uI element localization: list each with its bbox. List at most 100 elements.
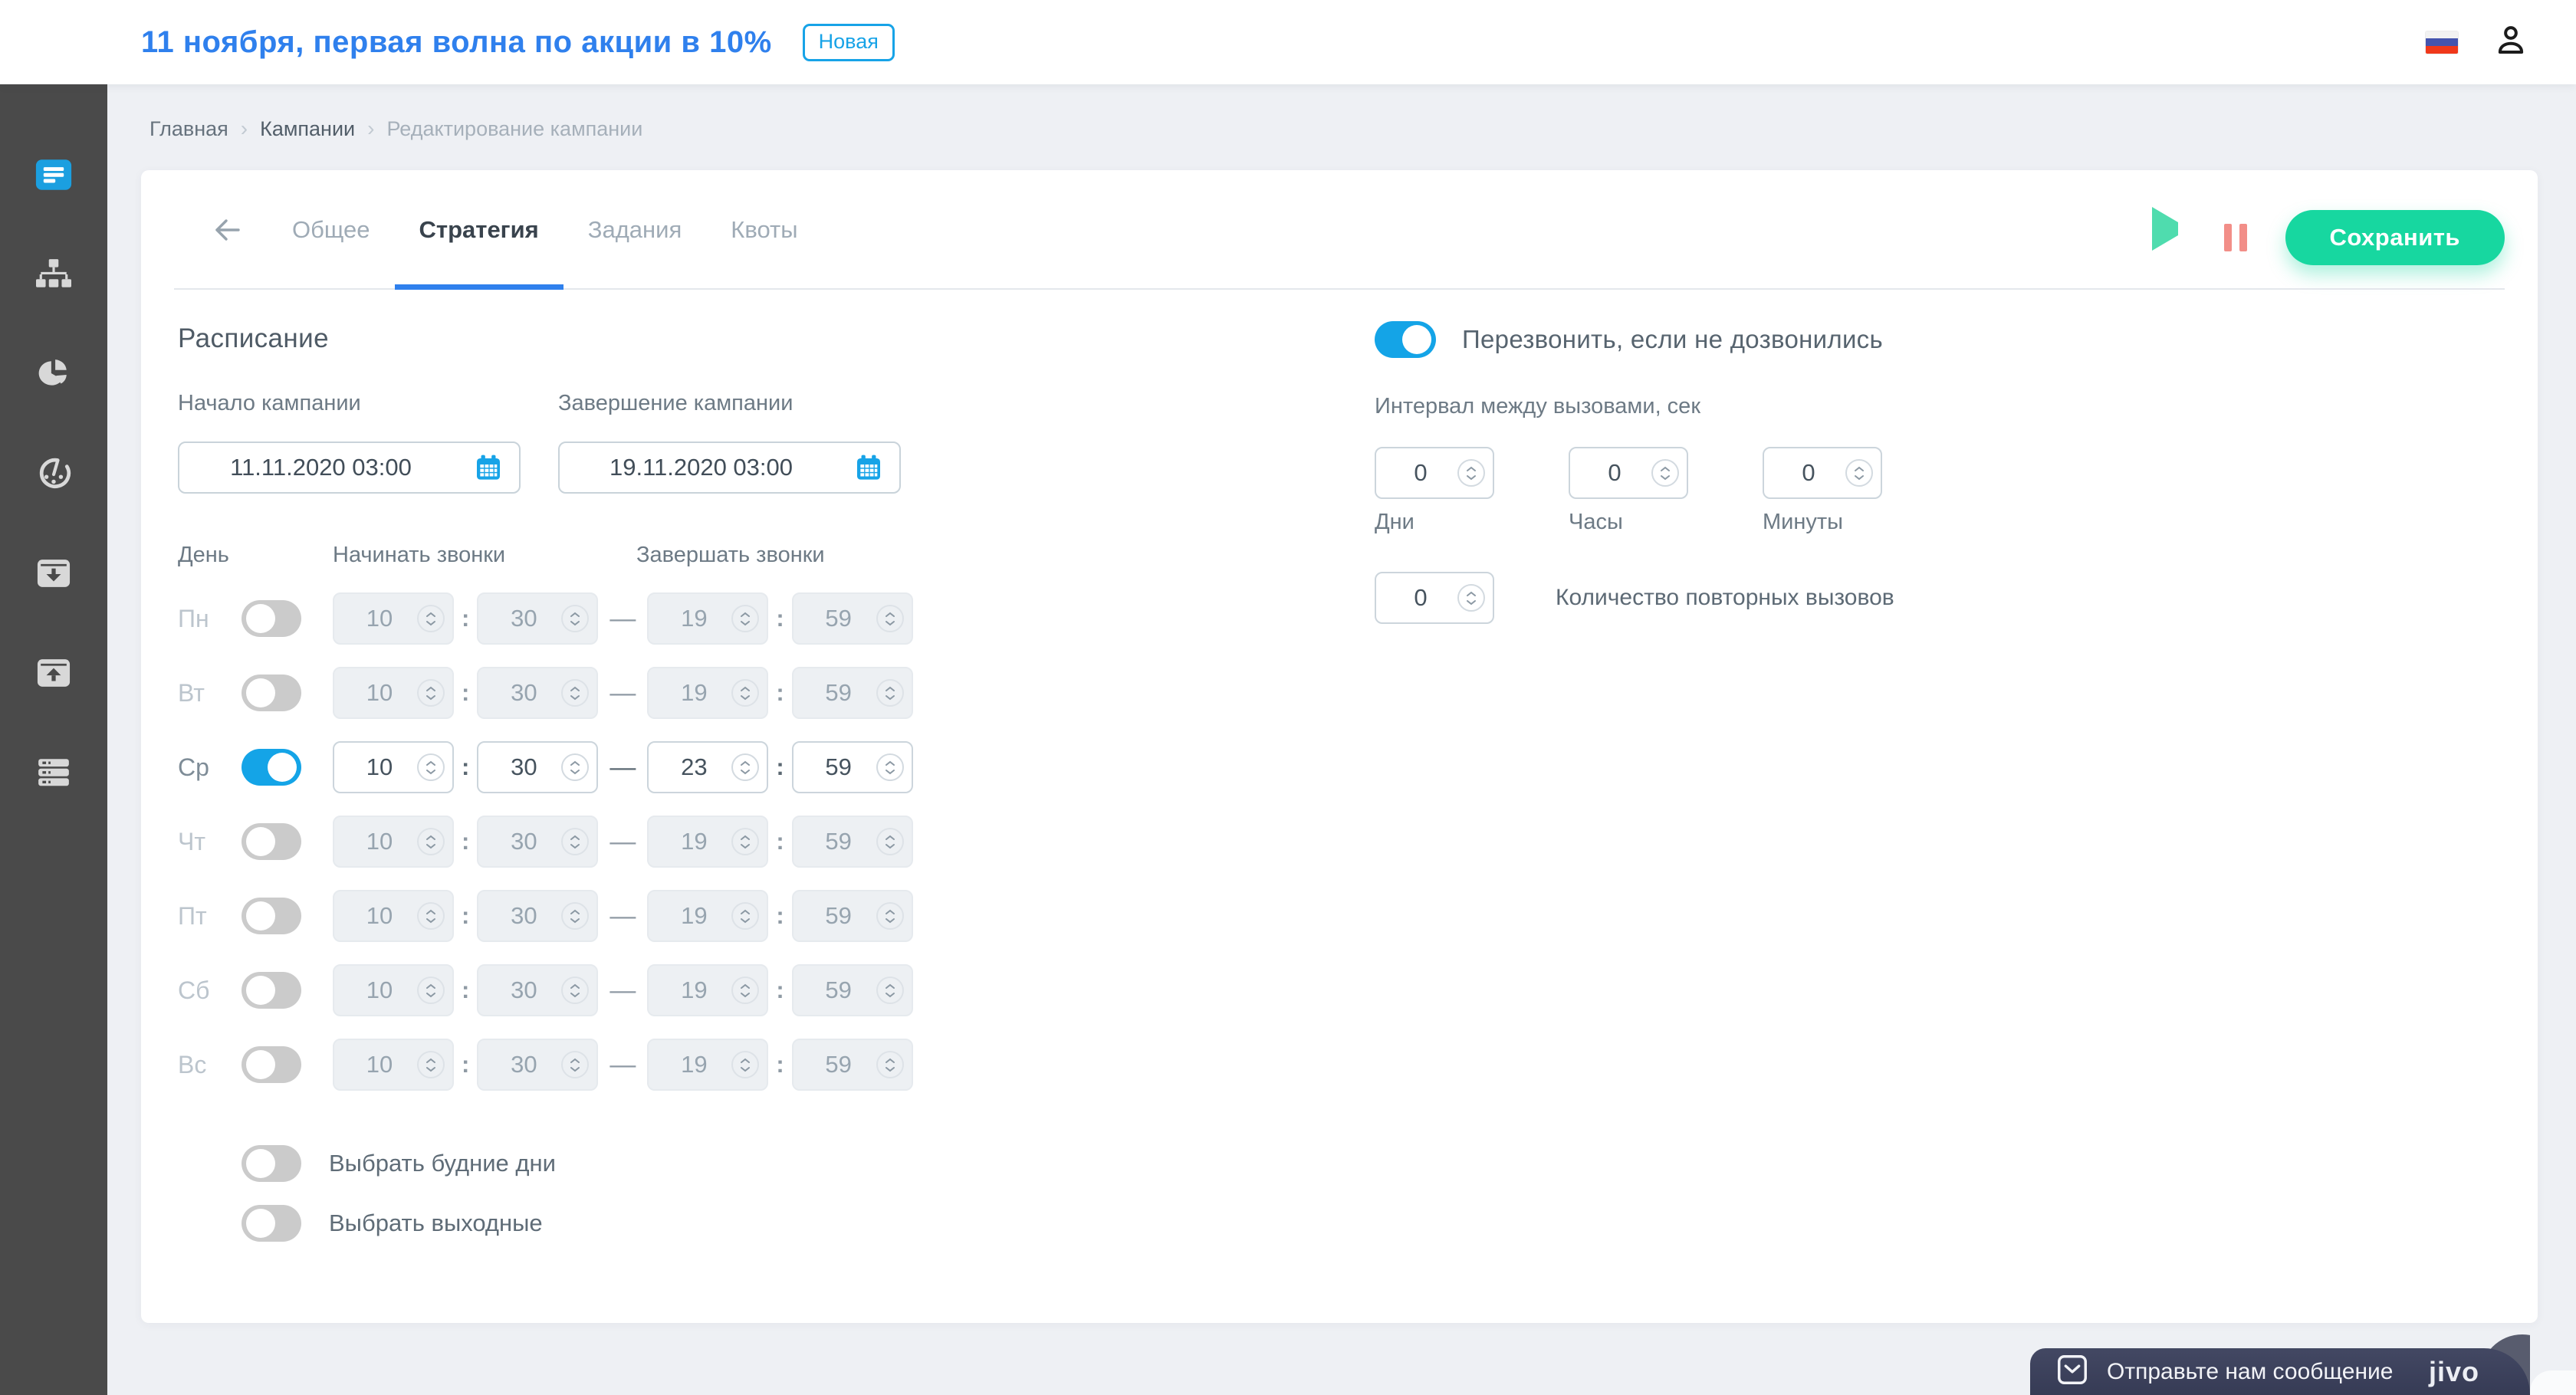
sidebar bbox=[0, 84, 107, 1395]
stepper-icon[interactable] bbox=[561, 679, 590, 707]
stepper-icon[interactable] bbox=[561, 753, 590, 781]
chevron-right-icon: › bbox=[240, 117, 248, 140]
back-arrow-icon[interactable] bbox=[211, 215, 245, 245]
tab-2[interactable]: Стратегия bbox=[394, 170, 564, 290]
stepper-icon[interactable] bbox=[876, 902, 904, 930]
servers-icon bbox=[36, 757, 71, 793]
time-separator: : bbox=[776, 753, 784, 780]
weekdays-toggle[interactable] bbox=[242, 1145, 301, 1182]
pause-button[interactable] bbox=[2223, 224, 2247, 251]
status-badge: Новая bbox=[802, 23, 895, 61]
day-toggle[interactable] bbox=[242, 600, 301, 637]
tab-4[interactable]: Квоты bbox=[706, 170, 822, 290]
day-toggle[interactable] bbox=[242, 1046, 301, 1083]
tab-1[interactable]: Общее bbox=[268, 170, 395, 290]
time-separator: : bbox=[462, 1051, 470, 1078]
stepper-icon[interactable] bbox=[417, 977, 445, 1004]
inbox-in-icon bbox=[35, 558, 72, 592]
day-label: Пт bbox=[178, 901, 207, 930]
time-separator: : bbox=[462, 977, 470, 1003]
breadcrumb-current: Редактирование кампании bbox=[386, 117, 643, 140]
schedule-day-row: Ср : — bbox=[178, 741, 1375, 793]
language-flag-ru[interactable] bbox=[2426, 31, 2458, 54]
sidebar-item-import[interactable] bbox=[0, 525, 107, 625]
weekend-toggle[interactable] bbox=[242, 1205, 301, 1242]
stepper-icon[interactable] bbox=[731, 1051, 760, 1078]
interval-label: Интервал между вызовами, сек bbox=[1375, 394, 1701, 419]
sidebar-item-campaigns[interactable] bbox=[0, 126, 107, 226]
stepper-icon[interactable] bbox=[876, 828, 904, 855]
stepper-icon[interactable] bbox=[876, 679, 904, 707]
day-toggle[interactable] bbox=[242, 823, 301, 860]
day-toggle[interactable] bbox=[242, 675, 301, 711]
range-separator: — bbox=[610, 752, 636, 782]
day-label: Вт bbox=[178, 678, 205, 707]
time-separator: : bbox=[776, 902, 784, 929]
breadcrumb: Главная › Кампании › Редактирование камп… bbox=[150, 117, 2538, 141]
repeat-calls-label: Количество повторных вызовов bbox=[1556, 585, 1894, 610]
stepper-icon[interactable] bbox=[876, 1051, 904, 1078]
sidebar-item-reports[interactable] bbox=[0, 326, 107, 425]
day-toggle[interactable] bbox=[242, 898, 301, 934]
day-toggle[interactable] bbox=[242, 749, 301, 786]
stepper-icon[interactable] bbox=[417, 605, 445, 632]
stepper-icon[interactable] bbox=[1651, 459, 1679, 487]
weekdays-toggle-label: Выбрать будние дни bbox=[329, 1150, 556, 1177]
stepper-icon[interactable] bbox=[561, 977, 590, 1004]
stepper-icon[interactable] bbox=[1457, 459, 1485, 487]
range-separator: — bbox=[610, 901, 636, 931]
range-separator: — bbox=[610, 826, 636, 856]
range-separator: — bbox=[610, 603, 636, 633]
breadcrumb-campaigns[interactable]: Кампании bbox=[260, 117, 355, 141]
calendar-icon[interactable] bbox=[853, 452, 884, 483]
stepper-icon[interactable] bbox=[417, 902, 445, 930]
tab-3[interactable]: Задания bbox=[564, 170, 707, 290]
app-header: 11 ноября, первая волна по акции в 10% Н… bbox=[0, 0, 2576, 84]
stepper-icon[interactable] bbox=[876, 977, 904, 1004]
stepper-icon[interactable] bbox=[1457, 584, 1485, 612]
stepper-icon[interactable] bbox=[417, 1051, 445, 1078]
save-button[interactable]: Сохранить bbox=[2285, 210, 2505, 265]
sidebar-item-export[interactable] bbox=[0, 625, 107, 724]
stepper-icon[interactable] bbox=[876, 605, 904, 632]
stepper-icon[interactable] bbox=[876, 753, 904, 781]
sidebar-item-structure[interactable] bbox=[0, 226, 107, 326]
time-separator: : bbox=[776, 605, 784, 632]
stepper-icon[interactable] bbox=[731, 977, 760, 1004]
schedule-rows: Пн : — bbox=[178, 592, 1375, 1091]
stepper-icon[interactable] bbox=[417, 828, 445, 855]
day-toggle[interactable] bbox=[242, 972, 301, 1009]
campaign-end-input[interactable] bbox=[558, 441, 901, 494]
stepper-icon[interactable] bbox=[731, 679, 760, 707]
tabbar: Общее Стратегия Задания Квоты Сохранить bbox=[141, 170, 2538, 290]
schedule-day-row: Вс : — bbox=[178, 1039, 1375, 1091]
stepper-icon[interactable] bbox=[561, 828, 590, 855]
calendar-icon[interactable] bbox=[473, 452, 504, 483]
schedule-day-row: Чт : — bbox=[178, 816, 1375, 868]
stepper-icon[interactable] bbox=[417, 679, 445, 707]
stepper-icon[interactable] bbox=[731, 902, 760, 930]
stepper-icon[interactable] bbox=[561, 902, 590, 930]
user-account-icon[interactable] bbox=[2492, 21, 2530, 64]
time-separator: : bbox=[462, 753, 470, 780]
stepper-icon[interactable] bbox=[561, 605, 590, 632]
sidebar-item-servers[interactable] bbox=[0, 724, 107, 824]
stepper-icon[interactable] bbox=[1845, 459, 1873, 487]
time-separator: : bbox=[776, 1051, 784, 1078]
stepper-icon[interactable] bbox=[731, 753, 760, 781]
stepper-icon[interactable] bbox=[731, 605, 760, 632]
chat-widget[interactable]: Отправьте нам сообщение jivo bbox=[2030, 1334, 2530, 1395]
sidebar-item-monitoring[interactable] bbox=[0, 425, 107, 525]
weekend-toggle-label: Выбрать выходные bbox=[329, 1210, 543, 1236]
play-button[interactable] bbox=[2151, 207, 2183, 253]
campaign-start-input[interactable] bbox=[178, 441, 521, 494]
chat-message: Отправьте нам сообщение bbox=[2107, 1358, 2394, 1384]
stepper-icon[interactable] bbox=[417, 753, 445, 781]
stepper-icon[interactable] bbox=[561, 1051, 590, 1078]
day-label: Чт bbox=[178, 827, 205, 855]
envelope-icon bbox=[2055, 1352, 2090, 1391]
callback-toggle[interactable] bbox=[1375, 321, 1436, 358]
breadcrumb-home[interactable]: Главная bbox=[150, 117, 228, 141]
time-separator: : bbox=[462, 902, 470, 929]
stepper-icon[interactable] bbox=[731, 828, 760, 855]
